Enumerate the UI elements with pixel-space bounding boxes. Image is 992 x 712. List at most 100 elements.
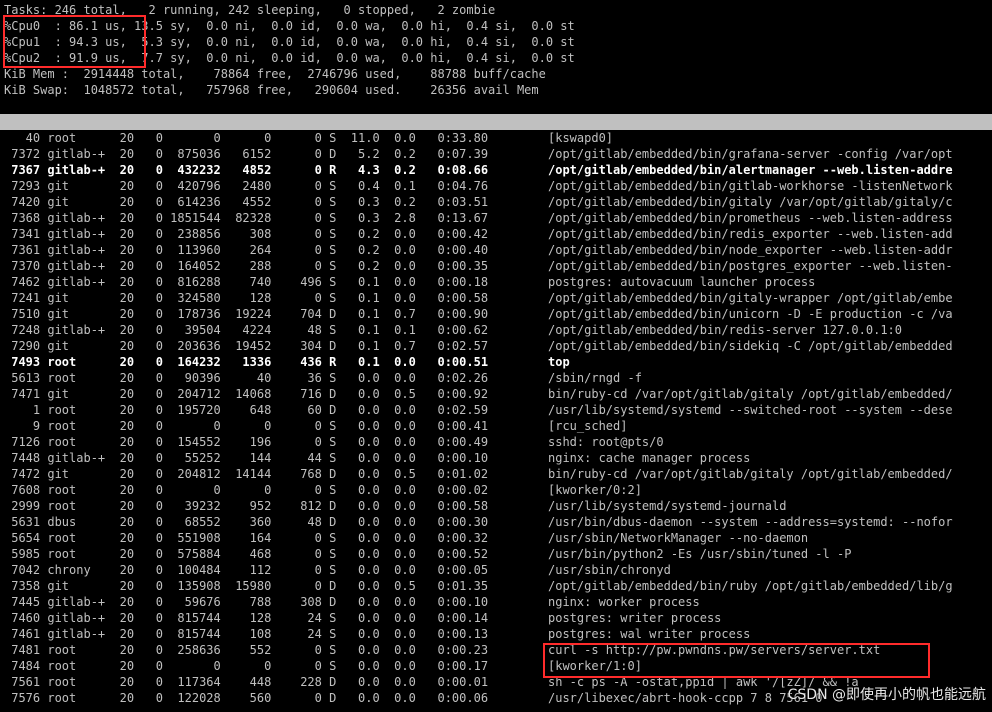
process-stats: 5613 root 20 0 90396 40 36 S 0.0 0.0 0:0…: [4, 371, 489, 385]
process-stats: 7126 root 20 0 154552 196 0 S 0.0 0.0 0:…: [4, 435, 489, 449]
process-stats: 7510 git 20 0 178736 19224 704 D 0.1 0.7…: [4, 307, 489, 321]
process-row: 7608 root 20 0 0 0 0 S 0.0 0.0 0:00.02 [k…: [4, 482, 992, 498]
process-row: 7510 git 20 0 178736 19224 704 D 0.1 0.7…: [4, 306, 992, 322]
process-command: /opt/gitlab/embedded/bin/grafana-server …: [548, 147, 953, 161]
process-command: /usr/bin/dbus-daemon --system --address=…: [548, 515, 953, 529]
process-stats: 7484 root 20 0 0 0 0 S 0.0 0.0 0:00.17: [4, 659, 489, 673]
process-row: 1 root 20 0 195720 648 60 D 0.0 0.0 0:02…: [4, 402, 992, 418]
process-command: nginx: worker process: [548, 595, 700, 609]
cpu-highlight-box: [3, 15, 146, 68]
process-stats: 7367 gitlab-+ 20 0 432232 4852 0 R 4.3 0…: [4, 163, 489, 177]
process-stats: 1 root 20 0 195720 648 60 D 0.0 0.0 0:02…: [4, 403, 489, 417]
process-stats: 7461 gitlab-+ 20 0 815744 108 24 S 0.0 0…: [4, 627, 489, 641]
process-table-header: PID USER PR NI VIRT RES SHR S %CPU %MEM …: [0, 114, 992, 145]
process-command: postgres: writer process: [548, 611, 722, 625]
process-command: /usr/sbin/NetworkManager --no-daemon: [548, 531, 809, 545]
process-command: /opt/gitlab/embedded/bin/gitaly-wrapper …: [548, 291, 953, 305]
process-command: /opt/gitlab/embedded/bin/postgres_export…: [548, 259, 953, 273]
process-row: 7493 root 20 0 164232 1336 436 R 0.1 0.0…: [4, 354, 992, 370]
process-command: top: [548, 355, 570, 369]
process-stats: 5985 root 20 0 575884 468 0 S 0.0 0.0 0:…: [4, 547, 489, 561]
process-row: 7361 gitlab-+ 20 0 113960 264 0 S 0.2 0.…: [4, 242, 992, 258]
process-row: 7367 gitlab-+ 20 0 432232 4852 0 R 4.3 0…: [4, 162, 992, 178]
process-command: /opt/gitlab/embedded/bin/alertmanager --…: [548, 163, 953, 177]
process-command: /opt/gitlab/embedded/bin/gitaly /var/opt…: [548, 195, 953, 209]
process-command: postgres: autovacuum launcher process: [548, 275, 816, 289]
process-command: /usr/libexec/abrt-hook-ccpp 7 8 7561 0: [548, 691, 823, 705]
process-command: /opt/gitlab/embedded/bin/unicorn -D -E p…: [548, 307, 953, 321]
process-row: 5985 root 20 0 575884 468 0 S 0.0 0.0 0:…: [4, 546, 992, 562]
process-row: 7471 git 20 0 204712 14068 716 D 0.0 0.5…: [4, 386, 992, 402]
process-row: 7126 root 20 0 154552 196 0 S 0.0 0.0 0:…: [4, 434, 992, 450]
process-row: 7462 gitlab-+ 20 0 816288 740 496 S 0.1 …: [4, 274, 992, 290]
process-row: 2999 root 20 0 39232 952 812 D 0.0 0.0 0…: [4, 498, 992, 514]
process-row: 9 root 20 0 0 0 0 S 0.0 0.0 0:00.41 [rcu_…: [4, 418, 992, 434]
process-command: [kworker/0:2]: [548, 483, 642, 497]
process-command: /opt/gitlab/embedded/bin/node_exporter -…: [548, 243, 953, 257]
process-command: /opt/gitlab/embedded/bin/redis-server 12…: [548, 323, 903, 337]
process-row: 7042 chrony 20 0 100484 112 0 S 0.0 0.0 …: [4, 562, 992, 578]
process-stats: 40 root 20 0 0 0 0 S 11.0 0.0 0:33.80: [4, 131, 489, 145]
mem-line: KiB Mem : 2914448 total, 78864 free, 274…: [4, 67, 546, 81]
process-row: 7370 gitlab-+ 20 0 164052 288 0 S 0.2 0.…: [4, 258, 992, 274]
process-stats: 9 root 20 0 0 0 0 S 0.0 0.0 0:00.41: [4, 419, 489, 433]
process-row: 7445 gitlab-+ 20 0 59676 788 308 D 0.0 0…: [4, 594, 992, 610]
process-stats: 5654 root 20 0 551908 164 0 S 0.0 0.0 0:…: [4, 531, 489, 545]
process-stats: 7493 root 20 0 164232 1336 436 R 0.1 0.0…: [4, 355, 489, 369]
process-command: sshd: root@pts/0: [548, 435, 664, 449]
process-command: /opt/gitlab/embedded/bin/sidekiq -C /opt…: [548, 339, 953, 353]
process-row: 40 root 20 0 0 0 0 S 11.0 0.0 0:33.80 [ks…: [4, 130, 992, 146]
process-stats: 7448 gitlab-+ 20 0 55252 144 44 S 0.0 0.…: [4, 451, 489, 465]
process-command: /usr/lib/systemd/systemd --switched-root…: [548, 403, 953, 417]
process-command: /usr/lib/systemd/systemd-journald: [548, 499, 787, 513]
process-row: 7341 gitlab-+ 20 0 238856 308 0 S 0.2 0.…: [4, 226, 992, 242]
process-stats: 7293 git 20 0 420796 2480 0 S 0.4 0.1 0:…: [4, 179, 489, 193]
process-command: /opt/gitlab/embedded/bin/redis_exporter …: [548, 227, 953, 241]
process-stats: 7370 gitlab-+ 20 0 164052 288 0 S 0.2 0.…: [4, 259, 489, 273]
process-command: nginx: cache manager process: [548, 451, 751, 465]
process-stats: 7576 root 20 0 122028 560 0 D 0.0 0.0 0:…: [4, 691, 489, 705]
process-stats: 7341 gitlab-+ 20 0 238856 308 0 S 0.2 0.…: [4, 227, 489, 241]
process-row: 7420 git 20 0 614236 4552 0 S 0.3 0.2 0:…: [4, 194, 992, 210]
process-row: 7448 gitlab-+ 20 0 55252 144 44 S 0.0 0.…: [4, 450, 992, 466]
process-stats: 7368 gitlab-+ 20 0 1851544 82328 0 S 0.3…: [4, 211, 489, 225]
process-stats: 7361 gitlab-+ 20 0 113960 264 0 S 0.2 0.…: [4, 243, 489, 257]
process-stats: 7472 git 20 0 204812 14144 768 D 0.0 0.5…: [4, 467, 489, 481]
process-row: 7472 git 20 0 204812 14144 768 D 0.0 0.5…: [4, 466, 992, 482]
process-row: 7248 gitlab-+ 20 0 39504 4224 48 S 0.1 0…: [4, 322, 992, 338]
process-command: [kswapd0]: [548, 131, 614, 145]
process-stats: 7042 chrony 20 0 100484 112 0 S 0.0 0.0 …: [4, 563, 489, 577]
process-stats: 7460 gitlab-+ 20 0 815744 128 24 S 0.0 0…: [4, 611, 489, 625]
process-stats: 7608 root 20 0 0 0 0 S 0.0 0.0 0:00.02: [4, 483, 489, 497]
process-command: bin/ruby-cd /var/opt/gitlab/gitaly /opt/…: [548, 387, 953, 401]
process-stats: 5631 dbus 20 0 68552 360 48 D 0.0 0.0 0:…: [4, 515, 489, 529]
process-stats: 7248 gitlab-+ 20 0 39504 4224 48 S 0.1 0…: [4, 323, 489, 337]
process-row: 7372 gitlab-+ 20 0 875036 6152 0 D 5.2 0…: [4, 146, 992, 162]
process-command: [rcu_sched]: [548, 419, 628, 433]
swap-line: KiB Swap: 1048572 total, 757968 free, 29…: [4, 83, 539, 97]
process-row: 7460 gitlab-+ 20 0 815744 128 24 S 0.0 0…: [4, 610, 992, 626]
process-row: 5654 root 20 0 551908 164 0 S 0.0 0.0 0:…: [4, 530, 992, 546]
process-command: bin/ruby-cd /var/opt/gitlab/gitaly /opt/…: [548, 467, 953, 481]
process-row: 7461 gitlab-+ 20 0 815744 108 24 S 0.0 0…: [4, 626, 992, 642]
process-row: 5613 root 20 0 90396 40 36 S 0.0 0.0 0:0…: [4, 370, 992, 386]
process-stats: 7290 git 20 0 203636 19452 304 D 0.1 0.7…: [4, 339, 489, 353]
csdn-watermark: CSDN @即使再小的帆也能远航: [787, 687, 986, 703]
process-stats: 7471 git 20 0 204712 14068 716 D 0.0 0.5…: [4, 387, 489, 401]
process-stats: 7561 root 20 0 117364 448 228 D 0.0 0.0 …: [4, 675, 489, 689]
process-row: 7368 gitlab-+ 20 0 1851544 82328 0 S 0.3…: [4, 210, 992, 226]
process-stats: 7241 git 20 0 324580 128 0 S 0.1 0.0 0:0…: [4, 291, 489, 305]
process-row: 7358 git 20 0 135908 15980 0 D 0.0 0.5 0…: [4, 578, 992, 594]
process-stats: 7420 git 20 0 614236 4552 0 S 0.3 0.2 0:…: [4, 195, 489, 209]
process-stats: 7481 root 20 0 258636 552 0 S 0.0 0.0 0:…: [4, 643, 489, 657]
process-command: /sbin/rngd -f: [548, 371, 642, 385]
process-stats: 7445 gitlab-+ 20 0 59676 788 308 D 0.0 0…: [4, 595, 489, 609]
process-stats: 7372 gitlab-+ 20 0 875036 6152 0 D 5.2 0…: [4, 147, 489, 161]
process-command: /opt/gitlab/embedded/bin/gitlab-workhors…: [548, 179, 953, 193]
process-command: postgres: wal writer process: [548, 627, 751, 641]
process-stats: 7358 git 20 0 135908 15980 0 D 0.0 0.5 0…: [4, 579, 489, 593]
process-stats: 2999 root 20 0 39232 952 812 D 0.0 0.0 0…: [4, 499, 489, 513]
suspicious-process-highlight-box: [543, 643, 930, 678]
process-row: 7241 git 20 0 324580 128 0 S 0.1 0.0 0:0…: [4, 290, 992, 306]
process-row: 5631 dbus 20 0 68552 360 48 D 0.0 0.0 0:…: [4, 514, 992, 530]
